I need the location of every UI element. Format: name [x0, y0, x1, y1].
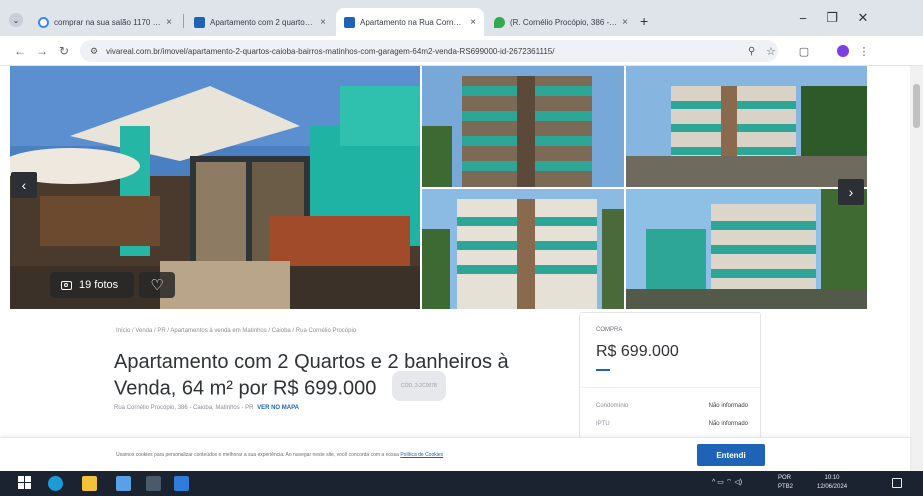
browser-menu-icon[interactable]: ⋮	[857, 44, 871, 58]
page-scrollbar[interactable]	[910, 66, 923, 471]
fee-key: Condomínio	[596, 403, 629, 409]
gallery-photo-4[interactable]	[422, 189, 624, 309]
tab-close-icon[interactable]: ×	[166, 17, 172, 28]
price-type-label: COMPRA	[596, 327, 623, 333]
tab-title: Apartamento na Rua Cornélio ...	[360, 17, 466, 27]
cookie-policy-link[interactable]: Política de Cookies	[400, 452, 443, 458]
windows-start-icon[interactable]	[18, 476, 33, 491]
heart-icon: ♡	[150, 277, 164, 294]
tab-title: Apartamento com 2 quartos ...	[210, 17, 316, 27]
fee-row-iptu: IPTU Não informado	[596, 421, 748, 427]
close-window-icon[interactable]: ✕	[849, 8, 877, 28]
gallery-next-button[interactable]: ›	[838, 179, 864, 205]
fee-value: Não informado	[708, 421, 748, 427]
tab-title: (R. Cornélio Procópio, 386 - ...	[510, 17, 618, 27]
tab-strip: ⌄ comprar na sua salão 1170 m.. × Aparta…	[0, 0, 923, 36]
tab-1[interactable]: Apartamento com 2 quartos ... ×	[186, 8, 334, 36]
tab-2[interactable]: Apartamento na Rua Cornélio ... ×	[336, 8, 484, 36]
location-pin-icon[interactable]: ⚲	[748, 46, 755, 57]
edge-browser-icon[interactable]	[48, 476, 63, 491]
file-explorer-icon[interactable]	[82, 476, 97, 491]
photo-gallery: ‹ › 19 fotos ♡	[10, 66, 867, 309]
vivareal-favicon-icon	[344, 16, 355, 28]
new-tab-button[interactable]: +	[640, 13, 648, 29]
maximize-icon[interactable]: ❐	[818, 8, 846, 28]
address-bar[interactable]: ⚙ vivareal.com.br/imovel/apartamento-2-q…	[80, 40, 778, 62]
site-info-icon[interactable]: ⚙	[90, 46, 98, 57]
cookie-accept-button[interactable]: Entendi	[697, 444, 765, 466]
listing-code-badge: CÓD. 3-2C0078	[391, 371, 446, 401]
system-clock[interactable]: 10:10 12/06/2024	[817, 474, 847, 492]
view-map-link[interactable]: VER NO MAPA	[257, 405, 299, 411]
photos-count-label: 19 fotos	[79, 279, 119, 291]
chevron-left-icon: ‹	[21, 177, 27, 193]
url-text: vivareal.com.br/imovel/apartamento-2-qua…	[106, 46, 555, 56]
cookie-message: Usamos cookies para personalizar conteúd…	[116, 452, 399, 458]
maps-pin-icon	[494, 16, 505, 28]
cookie-text: Usamos cookies para personalizar conteúd…	[116, 452, 443, 458]
browser-toolbar: ← → ↻ ⚙ vivareal.com.br/imovel/apartamen…	[0, 36, 923, 66]
breadcrumb[interactable]: Início / Venda / PR / Apartamentos à ven…	[116, 328, 356, 334]
lang-line-2: PTB2	[778, 484, 794, 490]
fee-value: Não informado	[708, 403, 748, 409]
listing-title-text: Apartamento com 2 Quartos e 2 banheiros …	[114, 351, 509, 400]
address-text: Rua Cornélio Procópio, 386 - Caioba, Mat…	[114, 405, 254, 411]
price-accent-bar	[596, 369, 610, 371]
clock-time: 10:10	[824, 475, 840, 481]
tab-search-button[interactable]: ⌄	[9, 13, 23, 27]
language-indicator[interactable]: POR PTB2	[778, 474, 793, 492]
profile-avatar-icon[interactable]	[836, 44, 850, 58]
gallery-photo-2[interactable]	[422, 66, 624, 187]
forward-arrow-icon[interactable]: →	[32, 41, 52, 61]
photos-app-icon[interactable]	[116, 476, 131, 491]
divider	[580, 387, 760, 388]
tab-3[interactable]: (R. Cornélio Procópio, 386 - ... ×	[486, 8, 636, 36]
notification-icon[interactable]	[892, 478, 902, 488]
photos-count-button[interactable]: 19 fotos	[50, 272, 134, 298]
listing-address: Rua Cornélio Procópio, 386 - Caioba, Mat…	[114, 405, 299, 411]
tab-close-icon[interactable]: ×	[320, 17, 326, 28]
vivareal-favicon-icon	[194, 16, 205, 28]
gallery-photo-3[interactable]	[626, 66, 867, 187]
taskbar: ^ ▭ ⌔ ◁) POR PTB2 10:10 12/06/2024	[0, 471, 923, 496]
cookie-banner: Usamos cookies para personalizar conteúd…	[0, 437, 910, 471]
clock-date: 12/06/2024	[817, 484, 848, 490]
back-arrow-icon[interactable]: ←	[10, 41, 30, 61]
tab-close-icon[interactable]: ×	[470, 17, 476, 28]
camera-icon	[61, 280, 72, 290]
favorite-button[interactable]: ♡	[139, 272, 175, 298]
tab-0[interactable]: comprar na sua salão 1170 m.. ×	[30, 8, 180, 36]
google-favicon-icon	[38, 16, 49, 28]
tab-separator	[183, 14, 184, 28]
tray-icons[interactable]: ^ ▭ ⌔ ◁)	[712, 478, 742, 487]
fee-row-condominio: Condomínio Não informado	[596, 403, 748, 409]
scrollbar-thumb[interactable]	[913, 84, 920, 128]
minimize-icon[interactable]: −	[789, 8, 817, 28]
reload-icon[interactable]: ↻	[54, 41, 74, 61]
gallery-prev-button[interactable]: ‹	[11, 172, 37, 198]
gallery-photo-5[interactable]	[626, 189, 867, 309]
chevron-right-icon: ›	[848, 184, 854, 200]
calculator-app-icon[interactable]	[146, 476, 161, 491]
bookmark-star-icon[interactable]: ☆	[766, 45, 776, 58]
page-viewport: ‹ › 19 fotos ♡ Início / Venda / PR / Apa…	[0, 66, 923, 471]
fee-key: IPTU	[596, 421, 610, 427]
lang-line-1: POR	[778, 475, 792, 481]
price-value: R$ 699.000	[596, 343, 679, 360]
tab-close-icon[interactable]: ×	[622, 17, 628, 28]
app-icon[interactable]	[174, 476, 189, 491]
tab-title: comprar na sua salão 1170 m..	[54, 17, 162, 27]
page-title: Apartamento com 2 Quartos e 2 banheiros …	[114, 350, 574, 404]
extensions-icon[interactable]: ▢	[797, 44, 811, 58]
